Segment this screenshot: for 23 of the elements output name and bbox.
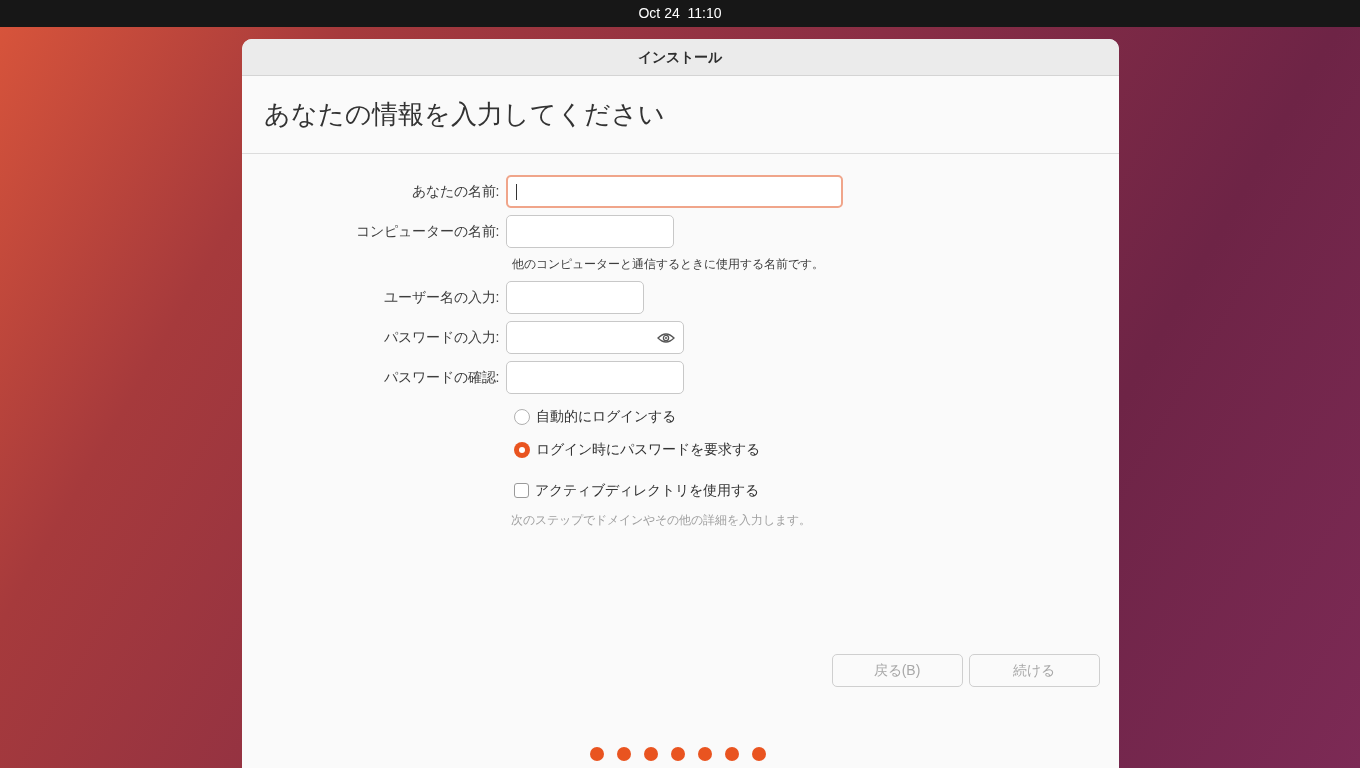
radio-button[interactable]: [513, 441, 530, 458]
radio-option[interactable]: ログイン時にパスワードを要求する: [513, 439, 1119, 460]
hint-text: 次のステップでドメインやその他の詳細を入力します。: [510, 512, 812, 529]
input-field[interactable]: [505, 361, 684, 394]
checkbox[interactable]: [513, 483, 529, 498]
page-title: あなたの情報を入力してください: [263, 98, 665, 131]
input-field[interactable]: [505, 215, 674, 248]
checkbox-option[interactable]: アクティブディレクトリを使用する: [513, 480, 1119, 501]
eye-icon[interactable]: [656, 331, 675, 344]
radio-option[interactable]: 自動的にログインする: [513, 406, 1119, 427]
field-label: パスワードの確認:: [382, 368, 501, 387]
clock[interactable]: Oct 24 11:10: [638, 3, 722, 24]
window-title: インストール: [638, 47, 722, 67]
radio-button[interactable]: [513, 408, 530, 425]
text-cursor: [515, 183, 517, 200]
password-field[interactable]: [505, 321, 684, 354]
field-hint: 他のコンピューターと通信するときに使用する名前です。: [511, 256, 825, 273]
input-field[interactable]: [505, 175, 843, 208]
field-label: あなたの名前:: [410, 182, 501, 201]
input-field[interactable]: [505, 281, 644, 314]
field-label: パスワードの入力:: [382, 328, 501, 347]
field-label: ユーザー名の入力:: [382, 288, 501, 307]
field-label: コンピューターの名前:: [354, 222, 501, 241]
